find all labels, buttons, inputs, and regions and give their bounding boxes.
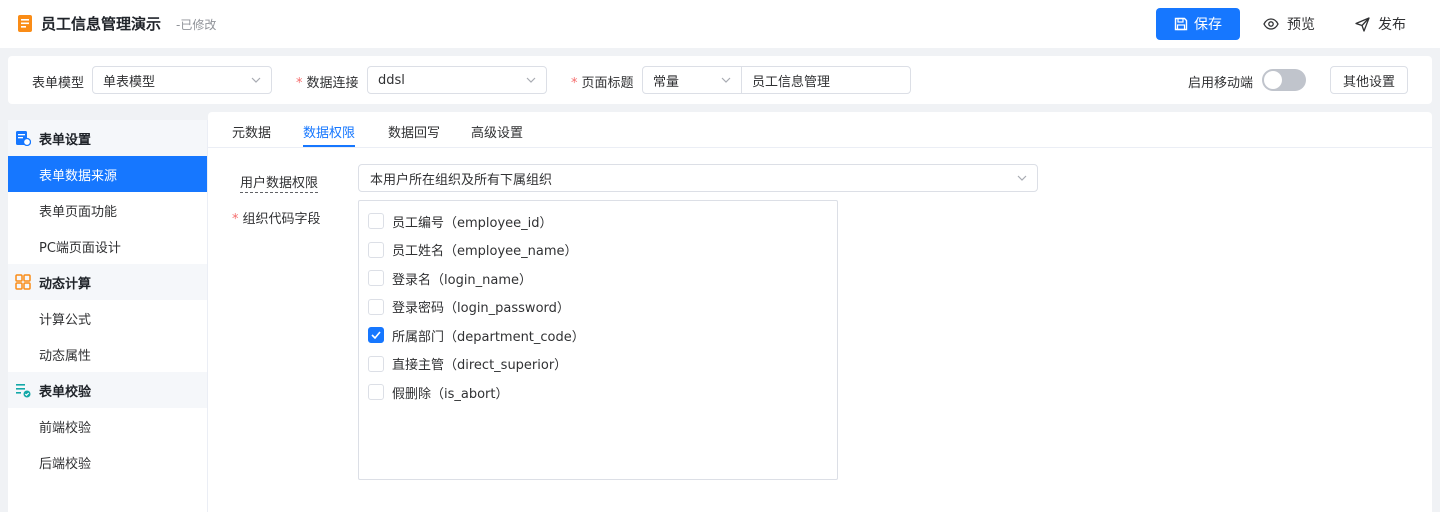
tab-bar: 元数据 数据权限 数据回写 高级设置 [208,112,1432,148]
checkbox-row[interactable]: 假删除（is_abort） [359,378,837,407]
calculation-icon [15,274,31,290]
checkbox-label: 员工编号（employee_id） [392,215,553,231]
toggle-knob [1264,71,1282,89]
org-code-field-label: * 组织代码字段 [232,212,321,227]
save-button[interactable]: 保存 [1156,8,1240,40]
form-settings-bar: 表单模型 单表模型 * 数据连接 ddsl * 页面标题 常量 员工信息管理 启用移… [8,56,1432,104]
sidebar-item-form-page-function[interactable]: 表单页面功能 [8,192,207,228]
other-settings-button[interactable]: 其他设置 [1330,66,1408,94]
main-panel: 元数据 数据权限 数据回写 高级设置 用户数据权限 本用户所在组织及所有下属组织… [208,112,1432,512]
data-connection-value: ddsl [378,72,405,88]
tab-metadata[interactable]: 元数据 [232,122,271,141]
chevron-down-icon [1017,175,1027,181]
sidebar-group-dynamic-calc: 动态计算 [8,264,207,300]
save-label: 保存 [1194,17,1222,33]
required-mark: * [296,76,303,91]
sidebar-group-form-settings: 表单设置 [8,120,207,156]
checkbox[interactable] [368,384,384,401]
required-mark: * [232,212,239,227]
org-code-field-list: 员工编号（employee_id） 员工姓名（employee_name） 登录名（… [358,200,838,480]
sidebar-item-pc-page-design[interactable]: PC端页面设计 [8,228,207,264]
form-model-value: 单表模型 [103,74,156,90]
tab-data-writeback[interactable]: 数据回写 [388,122,440,141]
checkbox-label: 登录密码（login_password） [392,301,570,317]
sidebar-item-frontend-validation[interactable]: 前端校验 [8,408,207,444]
sidebar: 表单设置 表单数据来源 表单页面功能 PC端页面设计 动态计算 计算公式 动态属… [8,120,208,512]
document-icon [18,15,32,32]
user-permission-label: 用户数据权限 [240,172,319,193]
checkbox-label: 直接主管（direct_superior） [392,358,568,374]
checkbox-row[interactable]: 直接主管（direct_superior） [359,350,837,379]
send-icon [1355,16,1370,32]
checkbox[interactable] [368,213,384,230]
check-icon [371,331,381,340]
checkbox[interactable] [368,298,384,315]
publish-button[interactable]: 发布 [1355,8,1406,40]
checkbox[interactable] [368,327,384,344]
checkbox[interactable] [368,241,384,258]
data-connection-select[interactable]: ddsl [367,66,547,94]
checkbox-row[interactable]: 登录密码（login_password） [359,293,837,322]
sidebar-group-form-validation: 表单校验 [8,372,207,408]
preview-button[interactable]: 预览 [1263,8,1315,40]
checkbox-label: 员工姓名（employee_name） [392,244,578,260]
chevron-down-icon [526,77,536,83]
sidebar-item-dynamic-attr[interactable]: 动态属性 [8,336,207,372]
checkbox-label: 所属部门（department_code） [392,329,585,345]
page-title-type-value: 常量 [653,74,680,90]
chevron-down-icon [721,77,731,83]
publish-label: 发布 [1378,17,1406,33]
form-settings-icon [16,131,31,146]
user-permission-select[interactable]: 本用户所在组织及所有下属组织 [358,164,1038,192]
checkbox-label: 登录名（login_name） [392,272,533,288]
sidebar-item-formula[interactable]: 计算公式 [8,300,207,336]
modified-indicator: -已修改 [176,18,217,32]
page-title-type-select[interactable]: 常量 [642,66,742,94]
form-model-select[interactable]: 单表模型 [92,66,272,94]
top-header: 员工信息管理演示 -已修改 保存 预览 发布 [0,0,1440,48]
checkbox-row[interactable]: 登录名（login_name） [359,264,837,293]
checkbox[interactable] [368,270,384,287]
tab-advanced-settings[interactable]: 高级设置 [471,122,523,141]
mobile-toggle[interactable] [1262,69,1306,91]
preview-label: 预览 [1287,17,1315,33]
checkbox[interactable] [368,355,384,372]
sidebar-item-backend-validation[interactable]: 后端校验 [8,444,207,480]
data-connection-label: * 数据连接 [296,76,359,91]
eye-icon [1263,18,1279,30]
active-tab-indicator [303,145,355,147]
tab-data-permission[interactable]: 数据权限 [303,122,355,141]
validation-icon [16,384,31,398]
user-permission-value: 本用户所在组织及所有下属组织 [370,172,553,188]
save-icon [1174,17,1188,31]
chevron-down-icon [251,77,261,83]
form-model-label: 表单模型 [32,76,85,91]
page-title: 员工信息管理演示 [41,15,162,33]
page-title-label: * 页面标题 [571,76,634,91]
sidebar-item-form-data-source[interactable]: 表单数据来源 [8,156,207,192]
checkbox-row[interactable]: 所属部门（department_code） [359,321,837,350]
mobile-label: 启用移动端 [1188,76,1254,91]
page-title-input[interactable]: 员工信息管理 [741,66,911,94]
required-mark: * [571,76,578,91]
checkbox-row[interactable]: 员工编号（employee_id） [359,207,837,236]
checkbox-row[interactable]: 员工姓名（employee_name） [359,236,837,265]
page-title-value: 员工信息管理 [752,74,831,90]
checkbox-label: 假删除（is_abort） [392,386,509,402]
